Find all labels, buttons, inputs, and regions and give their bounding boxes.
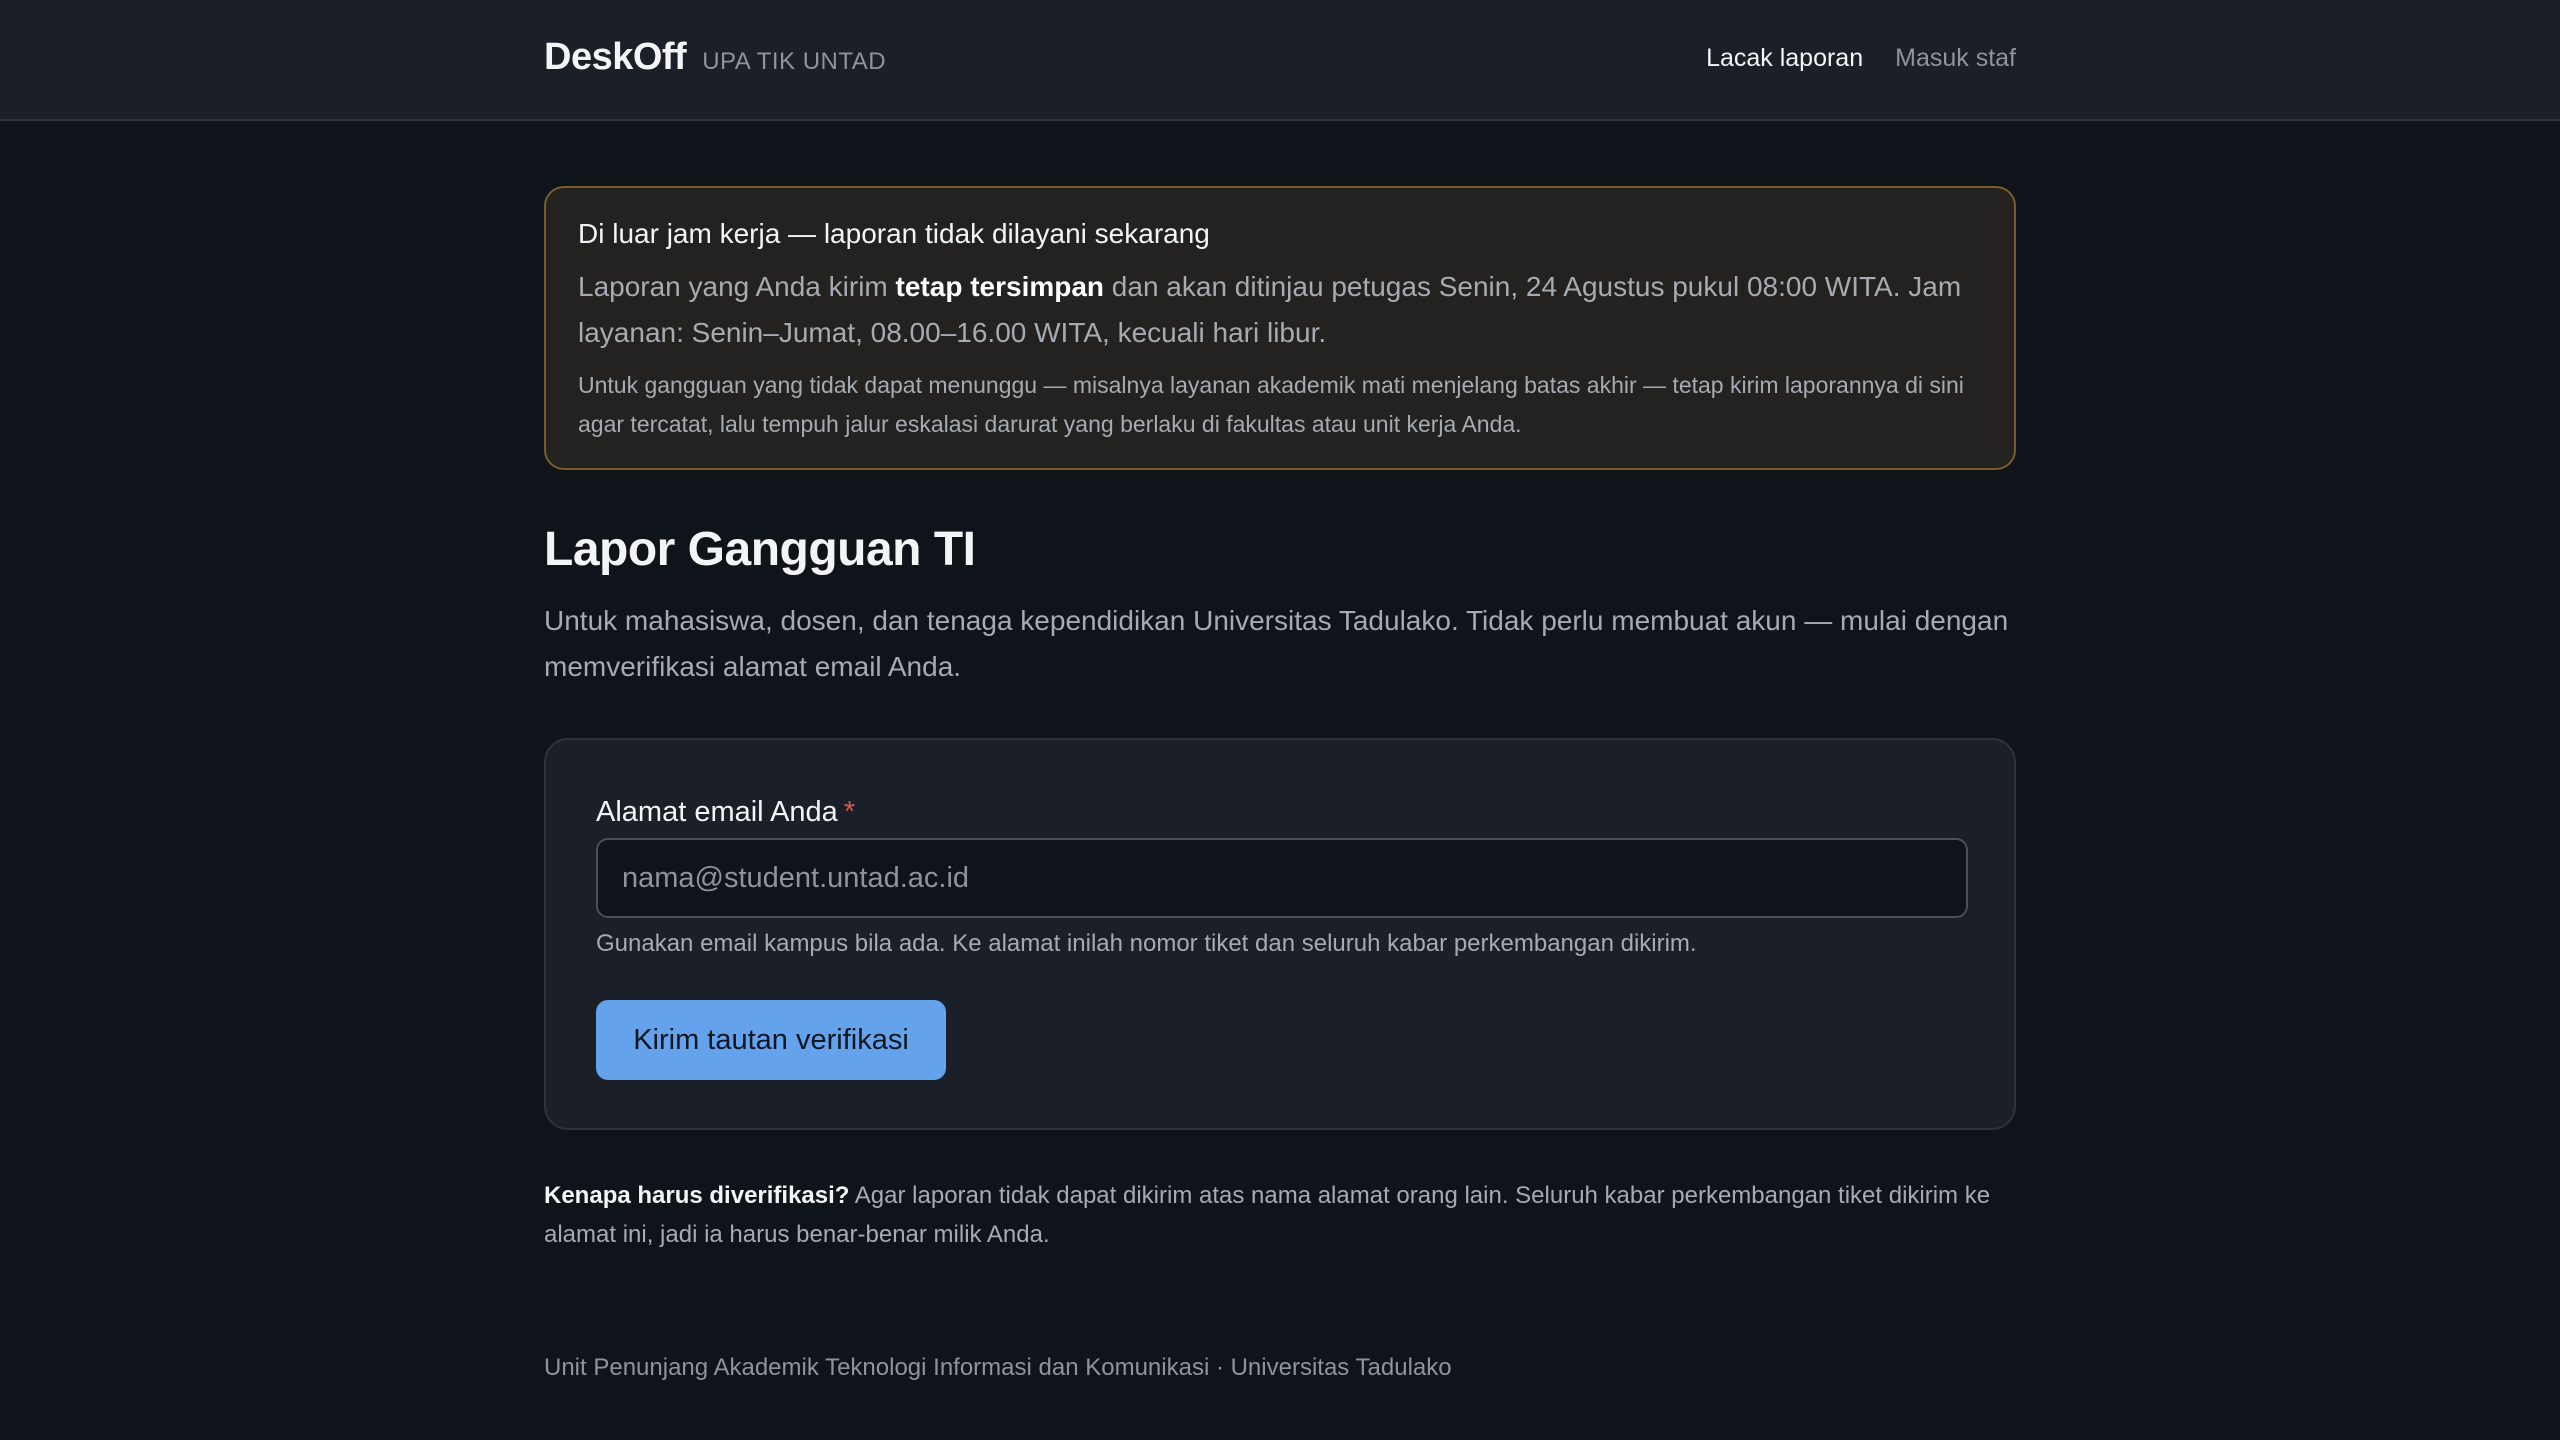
top-bar: DeskOff UPA TIK UNTAD Lacak laporan Masu… [0, 0, 2560, 121]
nav-staff-login-link[interactable]: Masuk staf [1895, 44, 2016, 73]
why-verify-note: Kenapa harus diverifikasi? Agar laporan … [544, 1176, 2016, 1254]
brand: DeskOff UPA TIK UNTAD [544, 36, 886, 79]
alert-body-bold: tetap tersimpan [895, 271, 1105, 303]
alert-body-prefix: Laporan yang Anda kirim [578, 271, 896, 303]
email-input[interactable] [596, 838, 1968, 918]
verification-form-card: Alamat email Anda* Gunakan email kampus … [544, 738, 2016, 1130]
email-help-text: Gunakan email kampus bila ada. Ke alamat… [596, 930, 1697, 957]
send-verification-button[interactable]: Kirim tautan verifikasi [596, 1000, 946, 1080]
page-title: Lapor Gangguan TI [544, 523, 976, 576]
top-nav: Lacak laporan Masuk staf [1706, 44, 2016, 73]
after-hours-alert: Di luar jam kerja — laporan tidak dilaya… [544, 186, 2016, 470]
why-verify-label: Kenapa harus diverifikasi? [544, 1182, 850, 1209]
alert-body: Laporan yang Anda kirim tetap tersimpan … [578, 264, 1982, 356]
page-intro: Untuk mahasiswa, dosen, dan tenaga kepen… [544, 605, 2009, 682]
required-marker: * [843, 796, 856, 828]
alert-note: Untuk gangguan yang tidak dapat menunggu… [578, 372, 1964, 438]
email-field-label: Alamat email Anda * [596, 796, 855, 829]
brand-subtitle: UPA TIK UNTAD [702, 48, 887, 75]
nav-track-report-link[interactable]: Lacak laporan [1706, 44, 1863, 73]
email-label-text: Alamat email Anda [596, 796, 838, 828]
brand-name[interactable]: DeskOff [544, 36, 687, 79]
alert-title: Di luar jam kerja — laporan tidak dilaya… [578, 218, 1210, 249]
footer: Unit Penunjang Akademik Teknologi Inform… [544, 1354, 1452, 1381]
